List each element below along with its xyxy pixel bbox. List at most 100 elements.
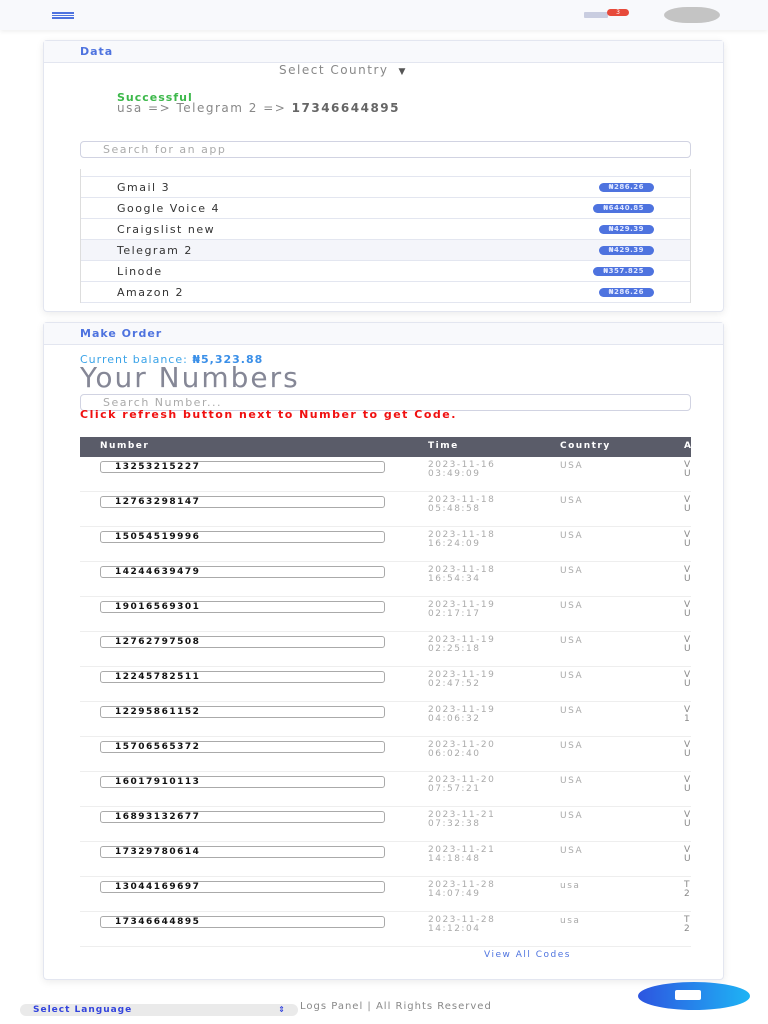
app-name: Amazon 2 [117,286,184,299]
country-select[interactable]: Select Country ▼ [279,63,407,77]
price-badge: ₦286.26 [598,183,654,192]
time-cell: 2023-11-19 02:25:18 [428,635,496,654]
time-cell: 2023-11-28 14:07:49 [428,880,496,899]
number-field[interactable]: 16893132677 [100,811,385,823]
warning-text: Click refresh button next to Number to g… [80,408,457,421]
avatar[interactable] [664,7,720,23]
app-name: Gmail 3 [117,181,171,194]
menu-icon[interactable] [52,12,74,19]
app-name: Google Voice 4 [117,202,221,215]
number-field[interactable]: 15706565372 [100,741,385,753]
country-cell: USA [560,671,584,681]
number-field[interactable]: 16017910113 [100,776,385,788]
extra-cell: V U [684,670,691,689]
app-item[interactable]: Google Voice 4 ₦6440.85 [81,198,690,219]
time-cell: 2023-11-19 02:47:52 [428,670,496,689]
app-name: Craigslist new [117,223,216,236]
country-cell: USA [560,496,584,506]
table-row: 13253215227 2023-11-16 03:49:09 USA V U [80,457,691,492]
table-row: 12245782511 2023-11-19 02:47:52 USA V U [80,667,691,702]
col-extra: A [684,441,691,451]
time-cell: 2023-11-20 07:57:21 [428,775,496,794]
messages-icon[interactable] [584,12,608,18]
result-number: 17346644895 [291,101,400,115]
country-cell: USA [560,601,584,611]
extra-cell: V U [684,460,691,479]
time-cell: 2023-11-19 04:06:32 [428,705,496,724]
number-field[interactable]: 19016569301 [100,601,385,613]
result-prefix: usa => Telegram 2 => [117,101,287,115]
country-cell: USA [560,636,584,646]
app-item[interactable]: Gmail 3 ₦286.26 [81,177,690,198]
app-item[interactable]: Craigslist new ₦429.39 [81,219,690,240]
extra-cell: T 2 [684,915,690,934]
app-item[interactable]: Linode ₦357.825 [81,261,690,282]
time-cell: 2023-11-18 16:24:09 [428,530,496,549]
extra-cell: V U [684,565,691,584]
country-select-label: Select Country [279,63,389,77]
country-cell: usa [560,916,581,926]
language-select[interactable]: Select Language ⇕ [20,1004,298,1016]
table-row: 14244639479 2023-11-18 16:54:34 USA V U [80,562,691,597]
number-field[interactable]: 14244639479 [100,566,385,578]
numbers-table: Number Time Country A 13253215227 2023-1… [80,437,691,947]
number-field[interactable]: 13044169697 [100,881,385,893]
language-label: Select Language [33,1005,133,1015]
time-cell: 2023-11-20 06:02:40 [428,740,496,759]
extra-cell: V U [684,845,691,864]
extra-cell: V U [684,530,691,549]
table-row: 12763298147 2023-11-18 05:48:58 USA V U [80,492,691,527]
time-cell: 2023-11-28 14:12:04 [428,915,496,934]
extra-cell: V U [684,775,691,794]
country-cell: USA [560,531,584,541]
app-item[interactable]: Amazon 2 ₦286.26 [81,282,690,303]
country-cell: USA [560,461,584,471]
price-badge: ₦429.39 [598,225,654,234]
price-badge: ₦6440.85 [593,204,654,213]
country-cell: USA [560,706,584,716]
number-field[interactable]: 12295861152 [100,706,385,718]
col-country: Country [560,441,611,451]
app-name: Linode [117,265,163,278]
app-search-input[interactable]: Search for an app [80,141,691,158]
time-cell: 2023-11-16 03:49:09 [428,460,496,479]
number-field[interactable]: 13253215227 [100,461,385,473]
result-text: usa => Telegram 2 => 17346644895 [117,101,400,115]
top-bar: 3 [0,0,768,30]
app-item[interactable]: Telegram 2 ₦429.39 [81,240,690,261]
time-cell: 2023-11-18 05:48:58 [428,495,496,514]
number-field[interactable]: 15054519996 [100,531,385,543]
table-row: 16017910113 2023-11-20 07:57:21 USA V U [80,772,691,807]
time-cell: 2023-11-21 14:18:48 [428,845,496,864]
col-time: Time [428,441,459,451]
caret-down-icon: ▼ [398,67,407,77]
table-row: 15706565372 2023-11-20 06:02:40 USA V U [80,737,691,772]
country-cell: USA [560,566,584,576]
table-row: 17346644895 2023-11-28 14:12:04 usa T 2 [80,912,691,947]
list-item[interactable] [81,169,690,177]
table-row: 17329780614 2023-11-21 14:18:48 USA V U [80,842,691,877]
number-field[interactable]: 17346644895 [100,916,385,928]
app-name: Telegram 2 [117,244,193,257]
number-field[interactable]: 12763298147 [100,496,385,508]
app-list[interactable]: Gmail 3 ₦286.26 Google Voice 4 ₦6440.85 Crai… [80,169,691,303]
chat-button[interactable] [638,982,750,1010]
view-all-codes-link[interactable]: View All Codes [484,950,571,960]
footer-text: Logs Panel | All Rights Reserved [300,1001,492,1012]
card-title: Make Order [44,323,723,345]
table-header: Number Time Country A [80,437,691,457]
country-cell: USA [560,776,584,786]
number-field[interactable]: 12762797508 [100,636,385,648]
number-field[interactable]: 17329780614 [100,846,385,858]
table-row: 16893132677 2023-11-21 07:32:38 USA V U [80,807,691,842]
country-cell: USA [560,741,584,751]
notification-badge: 3 [607,9,629,16]
extra-cell: V U [684,740,691,759]
table-row: 15054519996 2023-11-18 16:24:09 USA V U [80,527,691,562]
time-cell: 2023-11-19 02:17:17 [428,600,496,619]
table-row: 12295861152 2023-11-19 04:06:32 USA V 1 [80,702,691,737]
data-card: Data Select Country ▼ Successful usa => T… [43,40,724,312]
card-title: Data [44,41,723,63]
price-badge: ₦357.825 [593,267,654,276]
number-field[interactable]: 12245782511 [100,671,385,683]
